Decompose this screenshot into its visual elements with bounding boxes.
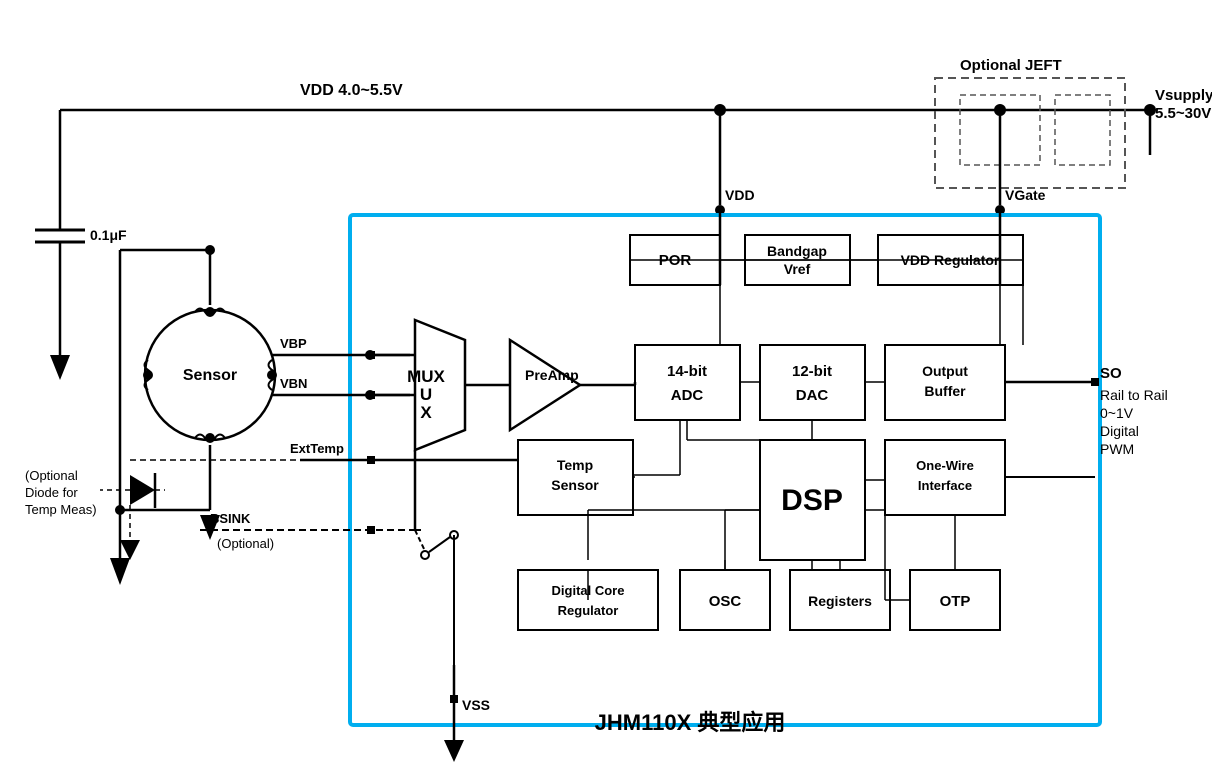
bandgap-label: Bandgap bbox=[767, 243, 827, 259]
optional-diode-label: (Optional bbox=[25, 468, 78, 483]
footer-label: JHM110X 典型应用 bbox=[595, 710, 786, 735]
output-range-label: 0~1V bbox=[1100, 405, 1134, 421]
adc-label: 14-bit bbox=[667, 363, 707, 380]
cap-label: 0.1μF bbox=[90, 227, 127, 243]
optional-bsink-label: (Optional) bbox=[217, 536, 274, 551]
vbn-label: VBN bbox=[280, 376, 307, 391]
pwm-label: PWM bbox=[1100, 441, 1134, 457]
vdd-label: VDD 4.0~5.5V bbox=[300, 82, 403, 99]
output-buffer-label2: Buffer bbox=[924, 383, 966, 399]
dsp-label: DSP bbox=[781, 484, 843, 517]
svg-text:X: X bbox=[420, 403, 432, 422]
vss-label: VSS bbox=[462, 697, 490, 713]
vref-label: Vref bbox=[784, 261, 811, 277]
vgate-pin-label: VGate bbox=[1005, 187, 1046, 203]
preamp-label: PreAmp bbox=[525, 367, 579, 383]
diode-for-label: Diode for bbox=[25, 485, 78, 500]
digital-label: Digital bbox=[1100, 423, 1139, 439]
vsupply-range: 5.5~30V bbox=[1155, 105, 1211, 122]
rail-to-rail-label: Rail to Rail bbox=[1100, 387, 1168, 403]
vbp-label: VBP bbox=[280, 336, 307, 351]
temp-meas-label: Temp Meas) bbox=[25, 502, 97, 517]
registers-label: Registers bbox=[808, 593, 872, 609]
so-label: SO bbox=[1100, 365, 1122, 382]
vsupply-label: Vsupply bbox=[1155, 87, 1212, 104]
temp-sensor-label2: Sensor bbox=[551, 477, 599, 493]
vdd-pin-label: VDD bbox=[725, 187, 755, 203]
mux-label: MUX bbox=[407, 367, 445, 386]
svg-text:U: U bbox=[420, 385, 432, 404]
bsink-label: BSINK bbox=[210, 511, 251, 526]
digital-core-label2: Regulator bbox=[558, 603, 619, 618]
sensor-label: Sensor bbox=[183, 367, 237, 384]
one-wire-label2: Interface bbox=[918, 478, 972, 493]
dac-label: 12-bit bbox=[792, 363, 832, 380]
temp-sensor-label: Temp bbox=[557, 457, 593, 473]
optional-jeft-label: Optional JEFT bbox=[960, 57, 1062, 74]
adc-label2: ADC bbox=[671, 387, 704, 404]
dac-label2: DAC bbox=[796, 387, 829, 404]
osc-label: OSC bbox=[709, 593, 742, 610]
exttemp-label: ExtTemp bbox=[290, 441, 344, 456]
one-wire-label: One-Wire bbox=[916, 458, 974, 473]
output-buffer-label: Output bbox=[922, 363, 968, 379]
otp-label: OTP bbox=[940, 593, 971, 610]
